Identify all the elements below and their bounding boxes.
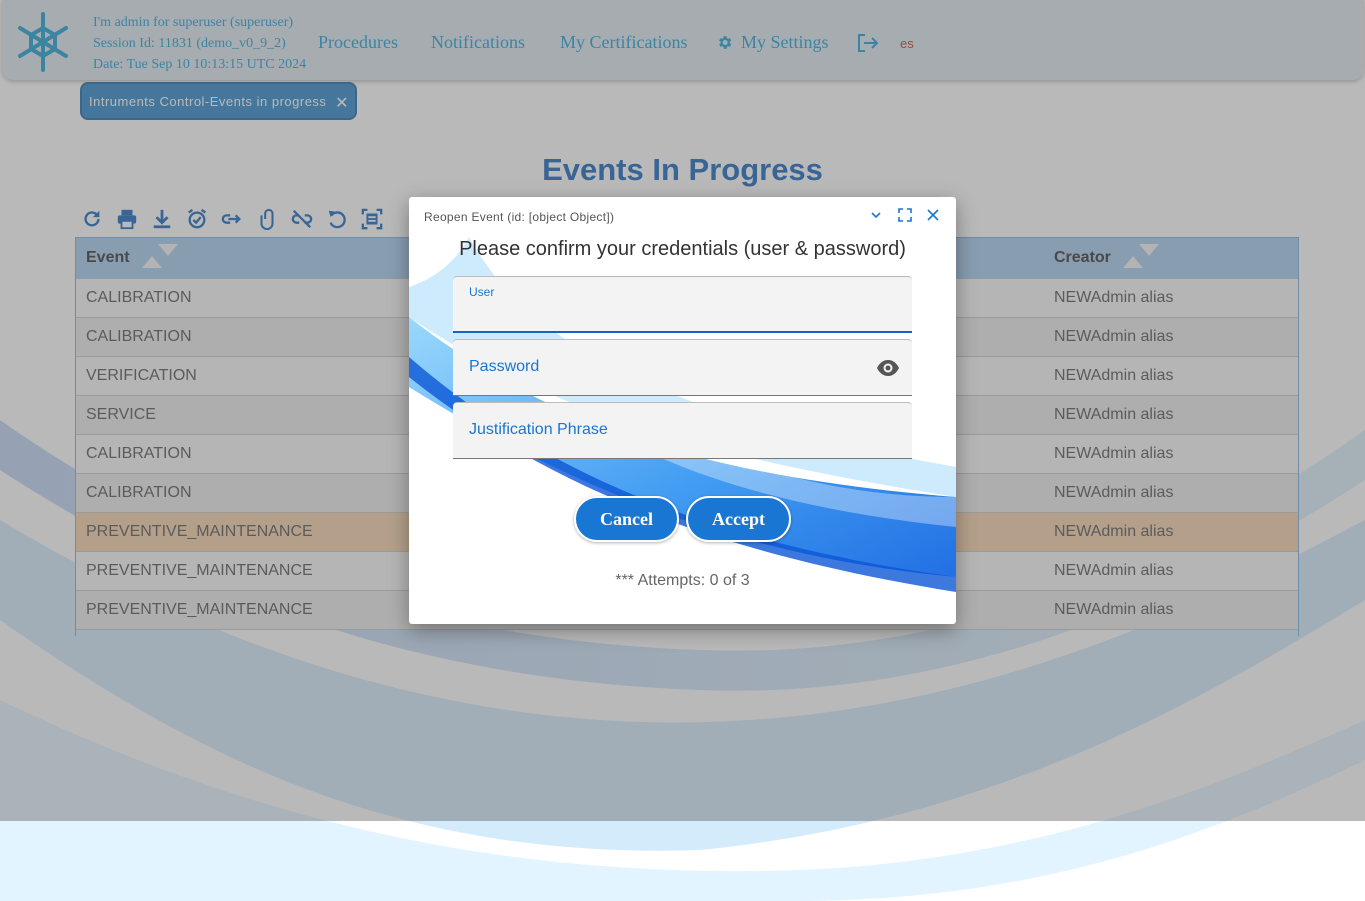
- accept-button[interactable]: Accept: [686, 496, 791, 542]
- reopen-event-dialog: Reopen Event (id: [object Object]) Pleas…: [409, 197, 956, 624]
- close-icon[interactable]: [925, 207, 941, 223]
- maximize-icon[interactable]: [897, 207, 913, 223]
- minimize-icon[interactable]: [868, 207, 884, 223]
- justification-field-label: Justification Phrase: [469, 421, 608, 438]
- dialog-title: Reopen Event (id: [object Object]): [424, 210, 615, 224]
- cancel-button[interactable]: Cancel: [574, 496, 679, 542]
- user-field-label: User: [469, 285, 495, 299]
- dialog-heading: Please confirm your credentials (user & …: [459, 238, 906, 260]
- attempts-counter: *** Attempts: 0 of 3: [615, 572, 750, 589]
- password-field[interactable]: Password: [453, 339, 912, 396]
- show-password-eye-icon[interactable]: [876, 358, 900, 378]
- justification-phrase-field[interactable]: Justification Phrase: [453, 402, 912, 459]
- user-field[interactable]: User: [453, 276, 912, 333]
- password-field-label: Password: [469, 358, 540, 375]
